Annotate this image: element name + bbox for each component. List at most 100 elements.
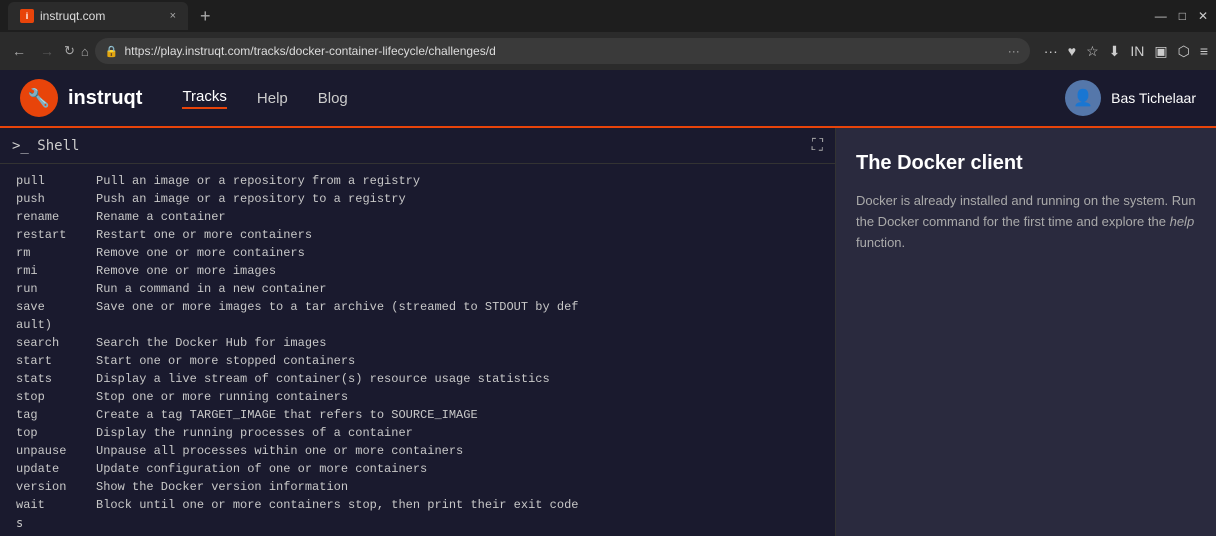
security-lock-icon: 🔒 — [105, 45, 119, 58]
fullscreen-icon[interactable]: ⛶ — [812, 137, 823, 155]
tab-bar: i instruqt.com × + — □ ✕ — [0, 0, 1216, 32]
terminal-command-line: ault) — [16, 316, 819, 334]
shell-label: >_ Shell — [12, 138, 79, 154]
cmd-name: update — [16, 460, 96, 478]
logo-area: 🔧 instruqt — [20, 79, 142, 117]
info-text-part1: Docker is already installed and running … — [856, 193, 1196, 229]
main-nav: Tracks Help Blog — [182, 88, 347, 109]
browser-download-icon[interactable]: ⬇ — [1109, 43, 1121, 60]
browser-star-icon[interactable]: ☆ — [1086, 43, 1099, 60]
cmd-name: save — [16, 298, 96, 316]
user-avatar: 👤 — [1065, 80, 1101, 116]
cmd-desc: Search the Docker Hub for images — [96, 334, 326, 352]
address-bar: ← → ↻ ⌂ 🔒 https://play.instruqt.com/trac… — [0, 32, 1216, 70]
cmd-desc: Block until one or more containers stop,… — [96, 496, 578, 514]
nav-help[interactable]: Help — [257, 90, 288, 107]
terminal-command-line: update Update configuration of one or mo… — [16, 460, 819, 478]
info-text-italic: help — [1170, 214, 1195, 229]
terminal-command-line: version Show the Docker version informat… — [16, 478, 819, 496]
info-text: Docker is already installed and running … — [856, 191, 1196, 253]
cmd-desc: Push an image or a repository to a regis… — [96, 190, 406, 208]
terminal-command-line: stats Display a live stream of container… — [16, 370, 819, 388]
main-content: >_ Shell ⛶ pull Pull an image or a repos… — [0, 128, 1216, 536]
terminal-command-line: pull Pull an image or a repository from … — [16, 172, 819, 190]
app-header: 🔧 instruqt Tracks Help Blog 👤 Bas Tichel… — [0, 70, 1216, 128]
terminal-header: >_ Shell ⛶ — [0, 128, 835, 164]
terminal-command-line: rm Remove one or more containers — [16, 244, 819, 262]
cmd-desc: Update configuration of one or more cont… — [96, 460, 427, 478]
terminal-blank-line — [16, 532, 819, 536]
terminal-command-line: run Run a command in a new container — [16, 280, 819, 298]
browser-ext-icon[interactable]: ⬡ — [1178, 43, 1190, 60]
cmd-name: rename — [16, 208, 96, 226]
url-box[interactable]: 🔒 https://play.instruqt.com/tracks/docke… — [95, 38, 1030, 64]
cmd-desc: Display the running processes of a conta… — [96, 424, 413, 442]
nav-blog[interactable]: Blog — [318, 90, 348, 107]
terminal-body[interactable]: pull Pull an image or a repository from … — [0, 164, 835, 536]
browser-dots-icon[interactable]: ··· — [1044, 43, 1058, 59]
cmd-desc: Start one or more stopped containers — [96, 352, 355, 370]
cmd-name: pull — [16, 172, 96, 190]
cmd-name: wait — [16, 496, 96, 514]
cmd-name: top — [16, 424, 96, 442]
forward-button[interactable]: → — [36, 41, 58, 61]
minimize-button[interactable]: — — [1155, 9, 1167, 23]
cmd-name: search — [16, 334, 96, 352]
terminal-command-line: unpause Unpause all processes within one… — [16, 442, 819, 460]
terminal-command-line: top Display the running processes of a c… — [16, 424, 819, 442]
cmd-desc: Rename a container — [96, 208, 226, 226]
info-text-part2: function. — [856, 235, 905, 250]
close-button[interactable]: ✕ — [1198, 9, 1208, 23]
browser-monitor-icon[interactable]: ▣ — [1154, 43, 1167, 60]
cmd-name: rm — [16, 244, 96, 262]
cmd-desc: Display a live stream of container(s) re… — [96, 370, 550, 388]
cmd-desc: Create a tag TARGET_IMAGE that refers to… — [96, 406, 478, 424]
logo-icon-symbol: 🔧 — [28, 88, 50, 109]
cmd-name: run — [16, 280, 96, 298]
nav-tracks[interactable]: Tracks — [182, 88, 226, 109]
terminal-command-line: restart Restart one or more containers — [16, 226, 819, 244]
cmd-desc: Stop one or more running containers — [96, 388, 348, 406]
cmd-desc: Run a command in a new container — [96, 280, 326, 298]
back-button[interactable]: ← — [8, 41, 30, 61]
new-tab-button[interactable]: + — [192, 6, 219, 27]
terminal-command-line: search Search the Docker Hub for images — [16, 334, 819, 352]
cmd-continuation: ault) — [16, 316, 96, 334]
refresh-button[interactable]: ↻ — [64, 43, 75, 59]
cmd-name: stop — [16, 388, 96, 406]
logo-text: instruqt — [68, 87, 142, 110]
home-button[interactable]: ⌂ — [81, 44, 89, 59]
terminal-command-line: stop Stop one or more running containers — [16, 388, 819, 406]
tab-label: instruqt.com — [40, 9, 105, 23]
cmd-name: stats — [16, 370, 96, 388]
window-controls: — □ ✕ — [1155, 9, 1208, 23]
terminal-panel: >_ Shell ⛶ pull Pull an image or a repos… — [0, 128, 836, 536]
terminal-command-line: save Save one or more images to a tar ar… — [16, 298, 819, 316]
cmd-desc: Remove one or more images — [96, 262, 276, 280]
user-name: Bas Tichelaar — [1111, 90, 1196, 106]
cmd-name: rmi — [16, 262, 96, 280]
cmd-name: version — [16, 478, 96, 496]
url-options-icon[interactable]: ··· — [1008, 44, 1020, 58]
cmd-name: restart — [16, 226, 96, 244]
tab-favicon: i — [20, 9, 34, 23]
cmd-name: tag — [16, 406, 96, 424]
maximize-button[interactable]: □ — [1179, 9, 1186, 23]
browser-heart-icon[interactable]: ♥ — [1068, 43, 1076, 59]
cmd-name: push — [16, 190, 96, 208]
cmd-desc: Show the Docker version information — [96, 478, 348, 496]
cmd-desc: Restart one or more containers — [96, 226, 312, 244]
tab-close-button[interactable]: × — [170, 10, 176, 22]
logo-icon: 🔧 — [20, 79, 58, 117]
active-tab[interactable]: i instruqt.com × — [8, 2, 188, 30]
info-title: The Docker client — [856, 152, 1196, 175]
terminal-output-s: s — [16, 514, 819, 532]
cmd-desc: Remove one or more containers — [96, 244, 305, 262]
browser-menu-icon[interactable]: ≡ — [1200, 43, 1208, 59]
browser-reader-icon[interactable]: IN — [1130, 43, 1144, 59]
cmd-desc: Unpause all processes within one or more… — [96, 442, 463, 460]
browser-actions: ··· ♥ ☆ ⬇ IN ▣ ⬡ ≡ — [1044, 43, 1208, 60]
cmd-name: unpause — [16, 442, 96, 460]
terminal-command-line: start Start one or more stopped containe… — [16, 352, 819, 370]
terminal-command-line: wait Block until one or more containers … — [16, 496, 819, 514]
